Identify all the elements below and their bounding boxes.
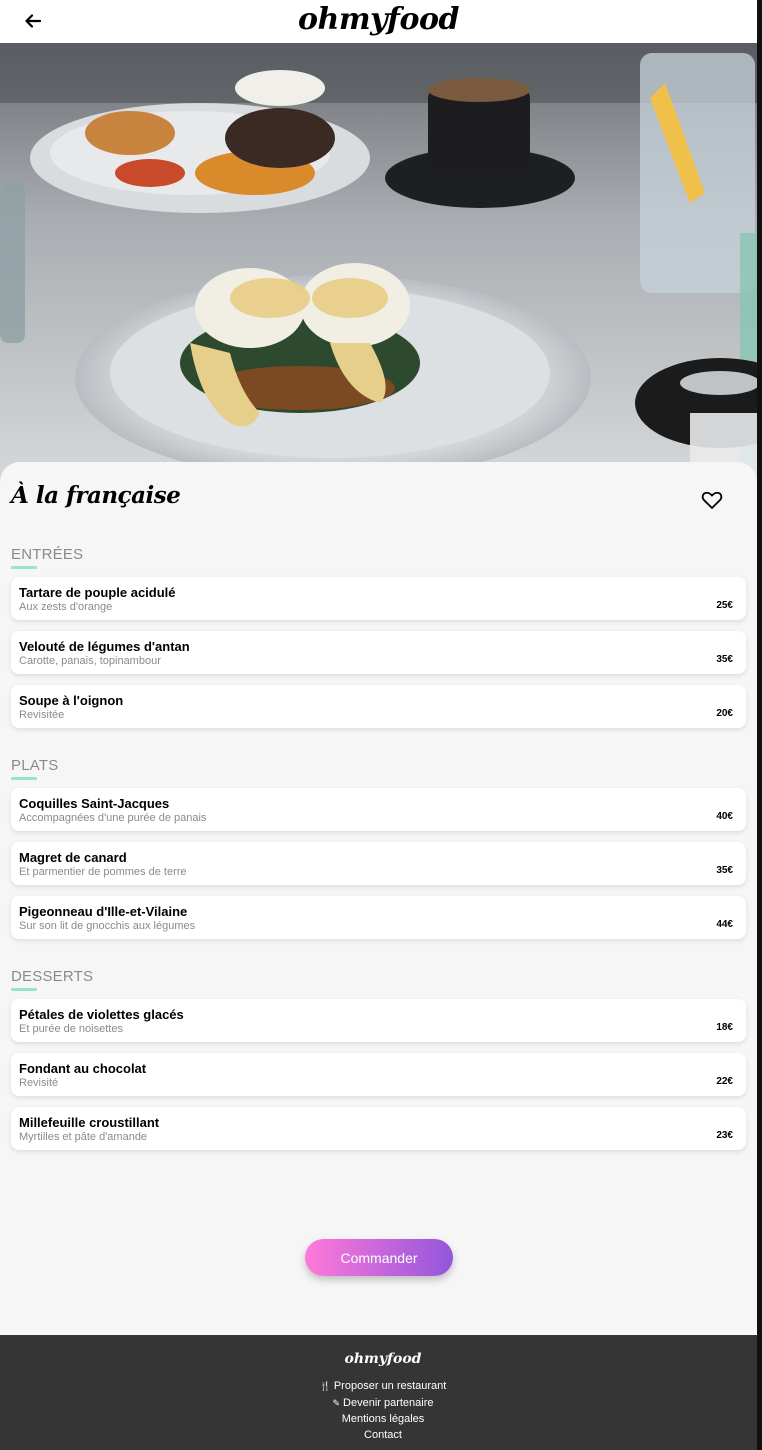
- dish-item[interactable]: Soupe à l'oignon Revisitée 20€: [11, 685, 746, 728]
- dish-description: Revisitée: [19, 709, 65, 721]
- footer-link-contact[interactable]: Contact: [0, 1429, 762, 1441]
- dish-name: Coquilles Saint-Jacques: [19, 796, 170, 811]
- window-edge: [757, 0, 762, 1450]
- favorite-button[interactable]: [700, 488, 724, 512]
- dish-name: Fondant au chocolat: [19, 1061, 147, 1076]
- dish-price: 44€: [716, 919, 733, 930]
- dish-name: Pigeonneau d'Ille-et-Vilaine: [19, 904, 188, 919]
- dish-item[interactable]: Millefeuille croustillant Myrtilles et p…: [11, 1107, 746, 1150]
- dish-price: 35€: [716, 654, 733, 665]
- dish-price: 25€: [716, 600, 733, 611]
- dish-name: Tartare de pouple acidulé: [19, 585, 176, 600]
- section-underline: [11, 988, 37, 991]
- dish-name: Pétales de violettes glacés: [19, 1007, 184, 1022]
- section-underline: [11, 777, 37, 780]
- footer-link-partner[interactable]: ✎ Devenir partenaire: [0, 1397, 762, 1409]
- dish-price: 20€: [716, 708, 733, 719]
- dish-description: Revisité: [19, 1077, 59, 1089]
- dish-description: Accompagnées d'une purée de panais: [19, 812, 207, 824]
- footer-link-label: Mentions légales: [341, 1413, 425, 1425]
- page: ohmyfood À la française ENTRÉES Tartare …: [0, 0, 757, 1450]
- footer-link-label: Devenir partenaire: [343, 1397, 434, 1409]
- dish-item[interactable]: Tartare de pouple acidulé Aux zests d'or…: [11, 577, 746, 620]
- restaurant-title: À la française: [11, 482, 181, 509]
- dish-item[interactable]: Magret de canard Et parmentier de pommes…: [11, 842, 746, 885]
- dish-name: Velouté de légumes d'antan: [19, 639, 190, 654]
- footer-link-label: Contact: [364, 1429, 402, 1441]
- footer-link-label: Proposer un restaurant: [333, 1380, 447, 1392]
- dish-description: Sur son lit de gnocchis aux légumes: [19, 920, 196, 932]
- header: ohmyfood: [0, 0, 757, 44]
- footer-logo[interactable]: ohmyfood: [0, 1351, 762, 1367]
- dish-description: Et purée de noisettes: [19, 1023, 123, 1035]
- dish-item[interactable]: Fondant au chocolat Revisité 22€: [11, 1053, 746, 1096]
- dish-item[interactable]: Velouté de légumes d'antan Carotte, pana…: [11, 631, 746, 674]
- heart-outline-icon: [701, 491, 723, 509]
- dish-price: 40€: [716, 811, 733, 822]
- dish-item[interactable]: Coquilles Saint-Jacques Accompagnées d'u…: [11, 788, 746, 831]
- dish-price: 23€: [716, 1130, 733, 1141]
- footer: ohmyfood 🍴 Proposer un restaurant ✎ Deveni…: [0, 1335, 757, 1450]
- handshake-icon: ✎: [332, 1398, 341, 1408]
- hero-food-image: [0, 43, 757, 483]
- dish-price: 22€: [716, 1076, 733, 1087]
- brand-logo[interactable]: ohmyfood: [0, 2, 757, 37]
- dish-price: 18€: [716, 1022, 733, 1033]
- section-title-plats: PLATS: [11, 757, 59, 774]
- dish-description: Aux zests d'orange: [19, 601, 113, 613]
- footer-link-legal[interactable]: Mentions légales: [0, 1413, 762, 1425]
- section-title-entrees: ENTRÉES: [11, 546, 84, 563]
- dish-name: Millefeuille croustillant: [19, 1115, 160, 1130]
- dish-description: Et parmentier de pommes de terre: [19, 866, 187, 878]
- dish-description: Myrtilles et pâte d'amande: [19, 1131, 148, 1143]
- order-button[interactable]: Commander: [305, 1239, 453, 1276]
- section-title-desserts: DESSERTS: [11, 968, 94, 985]
- dish-name: Soupe à l'oignon: [19, 693, 124, 708]
- dish-item[interactable]: Pétales de violettes glacés Et purée de …: [11, 999, 746, 1042]
- dish-item[interactable]: Pigeonneau d'Ille-et-Vilaine Sur son lit…: [11, 896, 746, 939]
- footer-link-propose-restaurant[interactable]: 🍴 Proposer un restaurant: [0, 1380, 762, 1392]
- dish-price: 35€: [716, 865, 733, 876]
- dish-description: Carotte, panais, topinambour: [19, 655, 161, 667]
- utensils-icon: 🍴: [319, 1381, 331, 1391]
- section-underline: [11, 566, 37, 569]
- dish-name: Magret de canard: [19, 850, 127, 865]
